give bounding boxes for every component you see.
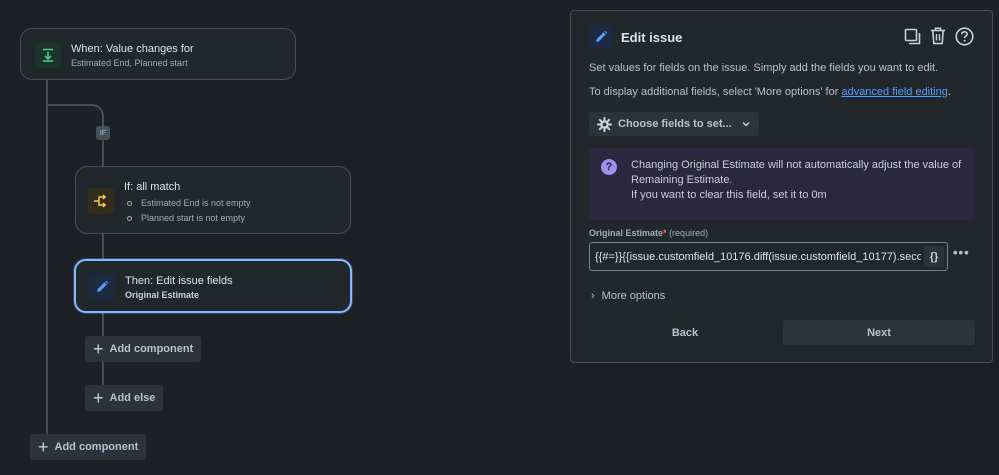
trigger-subtitle: Estimated End, Planned start: [71, 58, 188, 68]
add-component-label: Add component: [109, 343, 194, 355]
condition-item: Planned start is not empty: [124, 211, 251, 226]
add-else-label: Add else: [109, 392, 156, 404]
chevron-down-icon: [742, 121, 750, 127]
condition-icon-box: [88, 188, 114, 214]
gear-icon: [597, 116, 612, 132]
connector-main: [46, 80, 48, 435]
choose-fields-label: Choose fields to set...: [618, 118, 732, 130]
next-button[interactable]: Next: [783, 320, 975, 345]
plus-icon: +: [93, 388, 104, 408]
condition-item: Estimated End is not empty: [124, 196, 251, 211]
panel-additional-info: To display additional fields, select 'Mo…: [589, 86, 951, 98]
more-actions-icon[interactable]: •••: [953, 245, 970, 260]
original-estimate-input[interactable]: {{#=}}{{issue.customfield_10176.diff(iss…: [589, 242, 948, 271]
choose-fields-button[interactable]: Choose fields to set...: [589, 112, 759, 136]
add-component-outer-label: Add component: [54, 441, 139, 453]
duplicate-icon[interactable]: [902, 25, 922, 47]
advanced-field-editing-link[interactable]: advanced field editing: [841, 86, 947, 98]
if-badge: IF: [96, 126, 110, 140]
info-message: ? Changing Original Estimate will not au…: [589, 148, 975, 220]
info-line-2: If you want to clear this field, set it …: [631, 189, 827, 201]
smart-value-braces-button[interactable]: {}: [924, 246, 944, 267]
back-button[interactable]: Back: [589, 320, 781, 345]
more-options-toggle[interactable]: › More options: [591, 290, 665, 302]
action-node[interactable]: Then: Edit issue fields Original Estimat…: [74, 259, 352, 313]
panel-header: Edit issue: [589, 25, 682, 49]
condition-node[interactable]: If: all match Estimated End is not empty…: [75, 166, 351, 234]
condition-title: If: all match: [124, 181, 181, 193]
trigger-node[interactable]: When: Value changes for Estimated End, P…: [20, 28, 296, 80]
more-options-label: More options: [601, 290, 666, 302]
original-estimate-label: Original Estimate* (required): [589, 228, 709, 238]
panel-actions: [902, 25, 974, 47]
plus-icon: +: [38, 437, 49, 457]
branch-icon: [94, 194, 107, 208]
panel-title: Edit issue: [621, 29, 683, 45]
download-arrow-icon: [43, 48, 53, 62]
original-estimate-value[interactable]: {{#=}}{{issue.customfield_10176.diff(iss…: [595, 251, 921, 263]
action-title: Then: Edit issue fields: [125, 275, 233, 287]
pencil-icon: [589, 25, 613, 49]
add-else-button[interactable]: + Add else: [85, 385, 164, 411]
trigger-title: When: Value changes for: [71, 43, 194, 55]
add-component-outer-button[interactable]: + Add component: [30, 434, 147, 460]
chevron-right-icon: ›: [591, 290, 595, 302]
question-icon: ?: [601, 159, 617, 175]
info-line-1: Changing Original Estimate will not auto…: [631, 159, 962, 186]
trigger-icon-box: [35, 42, 61, 68]
pencil-icon: [97, 280, 109, 292]
edit-issue-panel: Edit issue Set values for fields on the …: [570, 10, 993, 363]
action-subtitle: Original Estimate: [125, 290, 200, 300]
action-icon-box: [89, 274, 115, 300]
panel-description: Set values for fields on the issue. Simp…: [589, 62, 939, 74]
plus-icon: +: [93, 339, 104, 359]
add-component-button[interactable]: + Add component: [85, 336, 202, 362]
connector-branch-curve: [47, 104, 104, 124]
trash-icon[interactable]: [928, 25, 948, 47]
condition-list: Estimated End is not empty Planned start…: [124, 196, 251, 226]
help-icon[interactable]: [954, 25, 974, 47]
